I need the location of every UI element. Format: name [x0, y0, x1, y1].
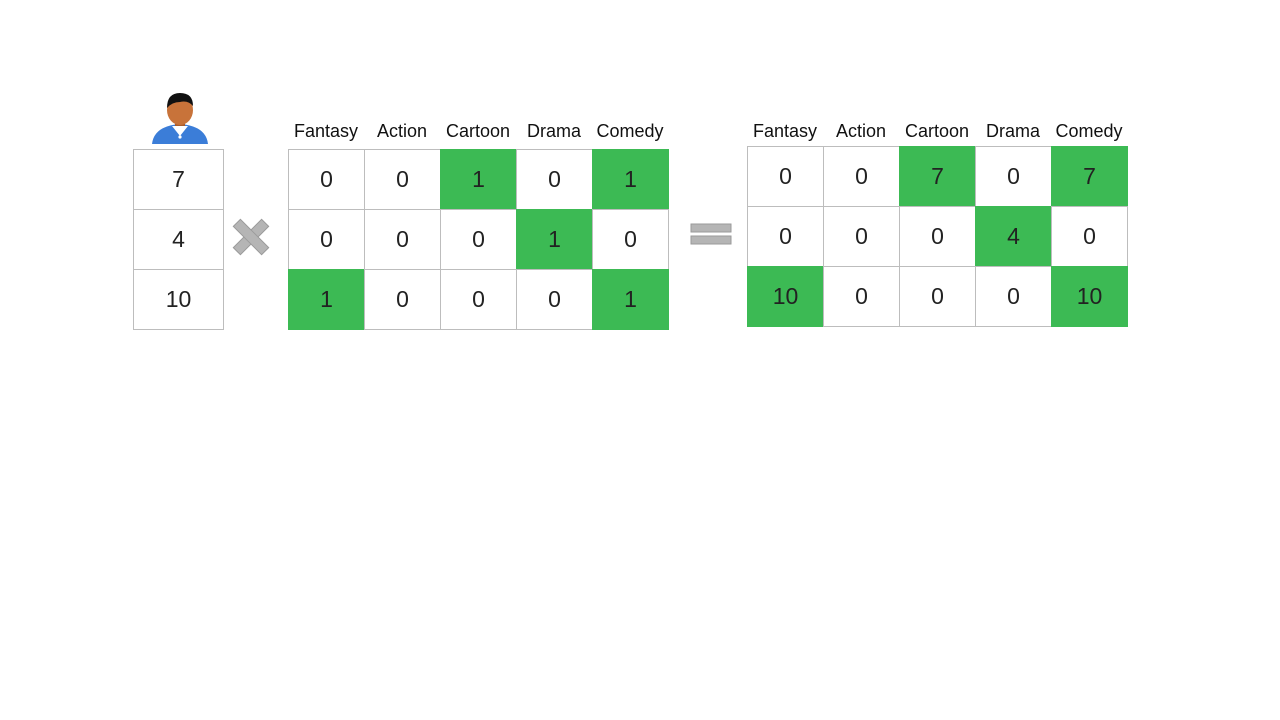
- matrix-cell: 0: [364, 269, 441, 330]
- column-header: Comedy: [596, 121, 664, 141]
- matrix-cell: 0: [747, 206, 824, 267]
- column-header: Comedy: [1055, 121, 1123, 141]
- matrix-cell: 7: [1051, 146, 1128, 207]
- matrix-cell: 1: [592, 269, 669, 330]
- matrix-cell: 0: [899, 266, 976, 327]
- matrix-cell: 0: [516, 149, 593, 210]
- matrix-cell: 1: [440, 149, 517, 210]
- matrix-cell: 1: [592, 149, 669, 210]
- user-vector-cell: 7: [133, 149, 224, 210]
- multiply-icon: [230, 216, 272, 258]
- matrix-cell: 0: [364, 149, 441, 210]
- matrix-cell: 0: [440, 269, 517, 330]
- user-avatar: [150, 90, 210, 144]
- matrix-cell: 1: [516, 209, 593, 270]
- matrix-cell: 7: [899, 146, 976, 207]
- user-vector-cell: 10: [133, 269, 224, 330]
- matrix-cell: 0: [823, 266, 900, 327]
- user-vector-cell: 4: [133, 209, 224, 270]
- matrix-cell: 0: [364, 209, 441, 270]
- matrix-cell: 0: [899, 206, 976, 267]
- matrix-cell: 0: [975, 266, 1052, 327]
- matrix-cell: 0: [1051, 206, 1128, 267]
- matrix-cell: 0: [288, 149, 365, 210]
- matrix-cell: 0: [516, 269, 593, 330]
- matrix-cell: 10: [747, 266, 824, 327]
- matrix-cell: 0: [823, 206, 900, 267]
- matrix-cell: 0: [592, 209, 669, 270]
- matrix-cell: 10: [1051, 266, 1128, 327]
- matrix-cell: 0: [975, 146, 1052, 207]
- matrix-cell: 1: [288, 269, 365, 330]
- matrix-cell: 4: [975, 206, 1052, 267]
- matrix-cell: 0: [440, 209, 517, 270]
- equals-icon: [690, 222, 732, 246]
- matrix-cell: 0: [288, 209, 365, 270]
- matrix-cell: 0: [823, 146, 900, 207]
- person-icon: [152, 93, 208, 144]
- matrix-cell: 0: [747, 146, 824, 207]
